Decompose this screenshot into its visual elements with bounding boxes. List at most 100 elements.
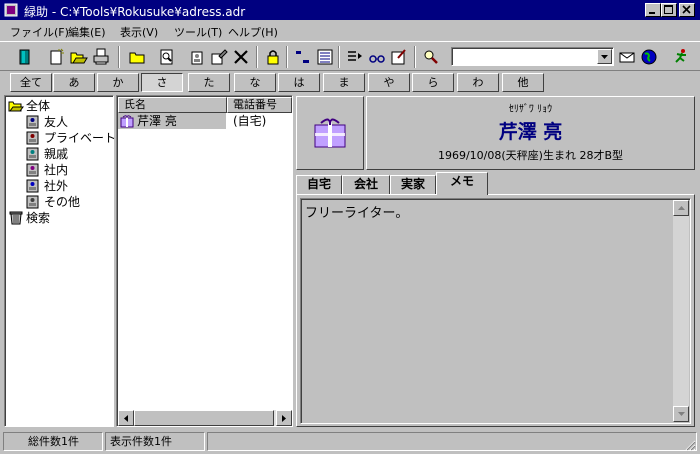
index-tab-wa[interactable]: わ — [457, 73, 499, 92]
menu-tools[interactable]: ツール(T) — [174, 24, 222, 40]
vertical-scrollbar[interactable] — [673, 200, 689, 422]
memo-panel: フリーライター。 — [296, 194, 695, 427]
horizontal-scrollbar[interactable] — [118, 410, 292, 426]
contact-full-name: 芹澤 亮 — [498, 121, 563, 143]
list-item[interactable]: 芹澤 亮 (自宅) — [118, 113, 292, 129]
list-view-icon — [317, 49, 333, 65]
web-button[interactable] — [638, 46, 660, 68]
glasses-button[interactable] — [366, 46, 388, 68]
running-man-icon — [675, 49, 686, 63]
exit-button[interactable] — [14, 46, 36, 68]
resize-grip-icon[interactable] — [684, 439, 696, 451]
edit-card-button[interactable] — [388, 46, 410, 68]
index-tab-a[interactable]: あ — [53, 73, 95, 92]
open-button[interactable] — [68, 46, 90, 68]
folder-icon — [129, 52, 145, 64]
scroll-left-button[interactable] — [118, 410, 134, 426]
menu-view[interactable]: 表示(V) — [120, 24, 158, 40]
tab-family-home[interactable]: 実家 — [390, 175, 436, 194]
index-tab-sa[interactable]: さ — [141, 73, 183, 92]
close-icon — [682, 5, 691, 14]
search-input[interactable] — [454, 49, 594, 64]
contact-card-icon — [26, 163, 39, 177]
index-tab-ha[interactable]: は — [278, 73, 320, 92]
tree-node-label: 親戚 — [44, 147, 69, 161]
tree-node-label: その他 — [44, 195, 81, 209]
index-tab-all[interactable]: 全て — [10, 73, 52, 92]
search-button[interactable] — [420, 46, 442, 68]
scroll-up-button[interactable] — [673, 200, 689, 216]
open-folder-icon — [70, 52, 88, 64]
scroll-right-button[interactable] — [276, 410, 292, 426]
menu-help[interactable]: ヘルプ(H) — [228, 24, 278, 40]
app-icon — [4, 3, 18, 17]
new-button[interactable] — [46, 46, 68, 68]
window-title: 緑助 - C:¥Tools¥Rokusuke¥adress.adr — [24, 5, 246, 19]
title-bar[interactable]: 緑助 - C:¥Tools¥Rokusuke¥adress.adr — [0, 0, 700, 20]
maximize-icon — [664, 5, 673, 14]
index-tab-ka[interactable]: か — [97, 73, 139, 92]
index-tab-ta[interactable]: た — [188, 73, 230, 92]
contact-list[interactable]: 氏名 電話番号 芹澤 亮 (自宅) — [116, 95, 293, 427]
run-button[interactable] — [670, 46, 692, 68]
toolbar-separator — [414, 46, 416, 68]
properties-icon — [211, 49, 228, 65]
properties-button[interactable] — [208, 46, 230, 68]
status-shown-count: 表示件数1件 — [105, 432, 205, 451]
contact-name: 芹澤 亮 — [137, 114, 177, 128]
name-card: ｾﾘｻﾞﾜ ﾘｮｳ 芹澤 亮 1969/10/08(天秤座)生まれ 28才B型 — [366, 96, 695, 170]
new-person-button[interactable] — [186, 46, 208, 68]
contact-card-icon — [26, 179, 39, 193]
status-message — [207, 432, 697, 451]
folder-button[interactable] — [126, 46, 148, 68]
close-button[interactable] — [679, 3, 695, 17]
list-view-button[interactable] — [314, 46, 336, 68]
menu-file[interactable]: ファイル(F) — [10, 24, 69, 40]
arrow-down-icon — [678, 412, 685, 416]
mail-button[interactable] — [616, 46, 638, 68]
gift-box-icon — [120, 115, 134, 128]
status-total-count: 総件数1件 — [3, 432, 103, 451]
search-combobox[interactable] — [451, 47, 614, 66]
minimize-button[interactable] — [645, 3, 661, 17]
minimize-icon — [649, 12, 655, 14]
column-header-name[interactable]: 氏名 — [118, 97, 227, 113]
scroll-thumb[interactable] — [134, 410, 274, 426]
index-tab-other[interactable]: 他 — [502, 73, 544, 92]
maximize-button[interactable] — [661, 3, 677, 17]
print-button[interactable] — [90, 46, 112, 68]
new-person-icon — [191, 51, 203, 65]
delete-x-icon — [234, 50, 248, 64]
memo-textarea[interactable]: フリーライター。 — [300, 198, 691, 424]
scroll-down-button[interactable] — [673, 406, 689, 422]
tab-memo[interactable]: メモ — [436, 172, 488, 195]
jump-button[interactable] — [344, 46, 366, 68]
index-tab-na[interactable]: な — [234, 73, 276, 92]
index-tab-ya[interactable]: や — [368, 73, 410, 92]
index-tab-ma[interactable]: ま — [323, 73, 365, 92]
tab-company[interactable]: 会社 — [342, 175, 390, 194]
gift-box-icon — [314, 118, 346, 148]
preview-button[interactable] — [156, 46, 178, 68]
index-tab-ra[interactable]: ら — [412, 73, 454, 92]
search-dropdown-button[interactable] — [597, 49, 612, 64]
edit-card-icon — [391, 49, 406, 65]
tree-node-label: プライベート — [44, 131, 117, 145]
birth-info: 1969/10/08(天秤座)生まれ 28才B型 — [437, 149, 624, 162]
delete-button[interactable] — [230, 46, 252, 68]
envelope-icon — [619, 52, 635, 63]
lock-button[interactable] — [262, 46, 284, 68]
toolbar-separator — [118, 46, 120, 68]
tree-node-label: 友人 — [44, 115, 69, 129]
tab-home[interactable]: 自宅 — [296, 175, 342, 194]
column-header-phone[interactable]: 電話番号 — [227, 97, 292, 113]
contact-card-icon — [26, 115, 39, 129]
toolbar-separator — [286, 46, 288, 68]
menu-edit[interactable]: 編集(E) — [68, 24, 106, 40]
group-tree[interactable]: 全体 友人 プライベート 親戚 社内 社外 その他 検索 — [4, 95, 117, 427]
globe-icon — [641, 49, 657, 65]
arrow-right-icon — [282, 415, 286, 422]
tree-node-label: 社内 — [44, 163, 69, 177]
tree-node-label: 検索 — [26, 211, 51, 225]
sort-button[interactable] — [292, 46, 314, 68]
